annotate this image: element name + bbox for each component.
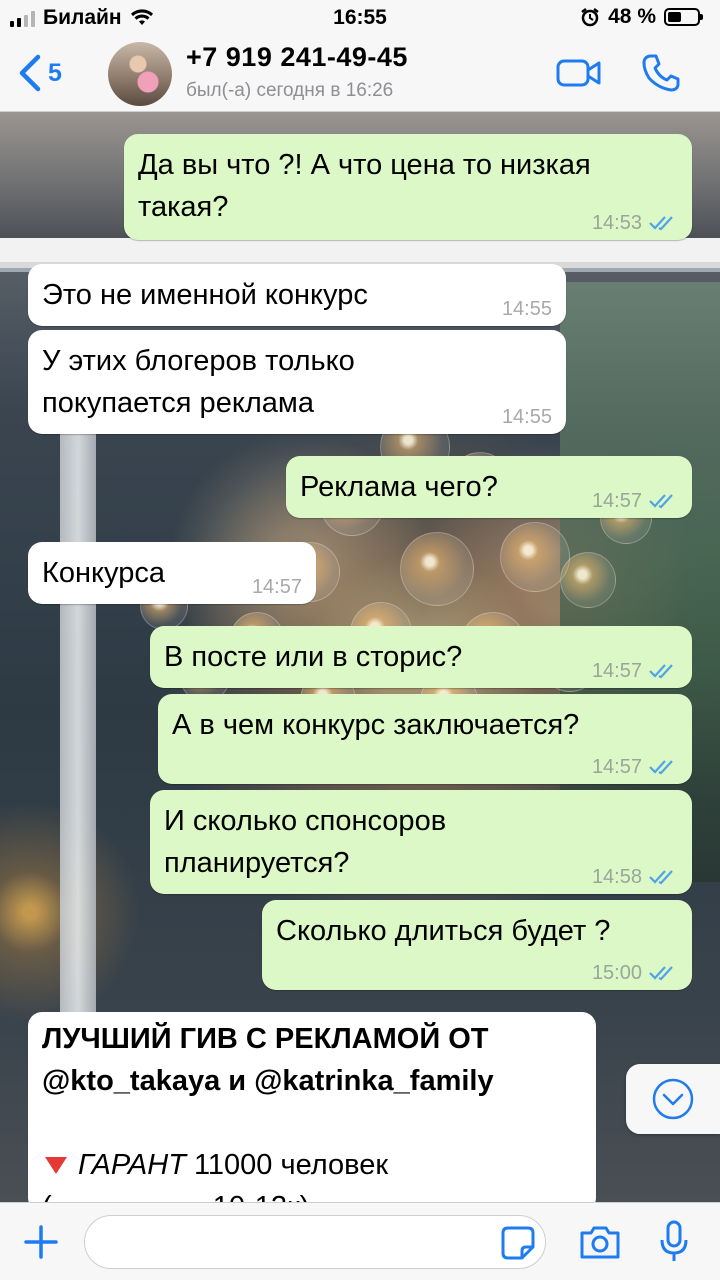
sticker-icon <box>501 1226 535 1260</box>
message-outgoing[interactable]: Реклама чего? 14:57 <box>286 456 692 518</box>
message-incoming-promo[interactable]: ЛУЧШИЙ ГИВ С РЕКЛАМОЙ ОТ @kto_takaya и @… <box>28 1012 596 1212</box>
back-chevron-icon <box>19 54 41 92</box>
phone-icon <box>642 54 680 92</box>
message-text: А в чем конкурс заключается? <box>172 709 580 741</box>
message-time: 14:57 <box>591 756 642 778</box>
status-bar: Билайн 16:55 48 % <box>0 0 720 36</box>
message-meta: 14:57 <box>592 658 678 684</box>
message-text: У этих блогеров только покупается реклам… <box>42 345 355 419</box>
message-meta: 14:55 <box>502 296 552 322</box>
read-ticks-icon <box>649 664 673 679</box>
message-meta: 14:55 <box>502 404 552 430</box>
message-incoming[interactable]: Это не именной конкурс 14:55 <box>28 264 566 326</box>
camera-button[interactable] <box>578 1223 622 1266</box>
message-outgoing[interactable]: А в чем конкурс заключается? 14:57 <box>158 694 692 784</box>
plus-icon <box>24 1225 58 1259</box>
guarantee-value: 11000 человек <box>193 1149 389 1181</box>
message-time: 14:58 <box>591 866 642 888</box>
message-time: 14:57 <box>251 576 302 598</box>
message-outgoing[interactable]: И сколько спонсоров планируется? 14:58 <box>150 790 692 894</box>
battery-icon <box>664 8 703 26</box>
message-text: В посте или в сторис? <box>164 641 463 673</box>
read-ticks-icon <box>649 760 673 775</box>
avatar[interactable] <box>108 42 172 106</box>
chevron-down-icon <box>652 1078 694 1120</box>
message-text: Реклама чего? <box>300 471 498 503</box>
message-outgoing[interactable]: Да вы что ?! А что цена то низкая такая?… <box>124 134 692 240</box>
microphone-button[interactable] <box>658 1219 690 1270</box>
read-ticks-icon <box>649 966 673 981</box>
message-meta: 15:00 <box>592 960 678 986</box>
contact-status: был(-а) сегодня в 16:26 <box>186 80 394 101</box>
message-meta: 14:58 <box>592 864 678 890</box>
message-text: Это не именной конкурс <box>42 279 368 311</box>
message-outgoing[interactable]: В посте или в сторис? 14:57 <box>150 626 692 688</box>
message-text: Сколько длиться будет ? <box>276 915 611 947</box>
read-ticks-icon <box>649 494 673 509</box>
back-button[interactable]: 5 <box>18 54 62 92</box>
voice-call-button[interactable] <box>640 52 682 99</box>
camera-icon <box>580 1226 620 1259</box>
message-text: Да вы что ?! А что цена то низкая такая? <box>138 149 591 223</box>
red-triangle-icon <box>45 1157 67 1174</box>
message-time: 14:57 <box>591 660 642 682</box>
unread-count: 5 <box>48 58 62 87</box>
scroll-down-button[interactable] <box>626 1064 720 1134</box>
message-text: Конкурса <box>42 557 165 589</box>
message-input[interactable] <box>84 1215 546 1269</box>
message-time: 14:55 <box>501 298 552 320</box>
attach-button[interactable] <box>22 1223 60 1266</box>
battery-percent: 48 % <box>608 5 656 28</box>
message-text: И сколько спонсоров планируется? <box>164 805 447 879</box>
sticker-button[interactable] <box>500 1225 536 1266</box>
message-meta: 14:53 <box>592 210 678 236</box>
message-time: 15:00 <box>591 962 642 984</box>
contact-name[interactable]: +7 919 241-49-45 <box>186 42 408 73</box>
message-meta: 14:57 <box>592 488 678 514</box>
promo-title: ЛУЧШИЙ ГИВ С РЕКЛАМОЙ ОТ @kto_takaya и @… <box>42 1023 494 1097</box>
video-call-button[interactable] <box>556 58 602 93</box>
status-right: 48 % <box>580 5 703 29</box>
promo-guarantee: ГАРАНТ 11000 человек <box>42 1144 388 1186</box>
microphone-icon <box>660 1220 688 1261</box>
message-time: 14:55 <box>501 406 552 428</box>
message-meta: 14:57 <box>252 574 302 600</box>
wallpaper-bulb <box>400 532 474 606</box>
message-time: 14:57 <box>591 490 642 512</box>
message-meta: 14:57 <box>592 754 678 780</box>
chat-header: 5 +7 919 241-49-45 был(-а) сегодня в 16:… <box>0 36 720 112</box>
read-ticks-icon <box>649 216 673 231</box>
guarantee-label: ГАРАНТ <box>78 1149 186 1181</box>
message-time: 14:53 <box>591 212 642 234</box>
read-ticks-icon <box>649 870 673 885</box>
wallpaper-bulb <box>560 552 616 608</box>
video-call-icon <box>556 59 601 87</box>
message-incoming[interactable]: Конкурса 14:57 <box>28 542 316 604</box>
message-outgoing[interactable]: Сколько длиться будет ? 15:00 <box>262 900 692 990</box>
message-incoming[interactable]: У этих блогеров только покупается реклам… <box>28 330 566 434</box>
alarm-icon <box>581 8 599 27</box>
input-bar <box>0 1202 720 1280</box>
